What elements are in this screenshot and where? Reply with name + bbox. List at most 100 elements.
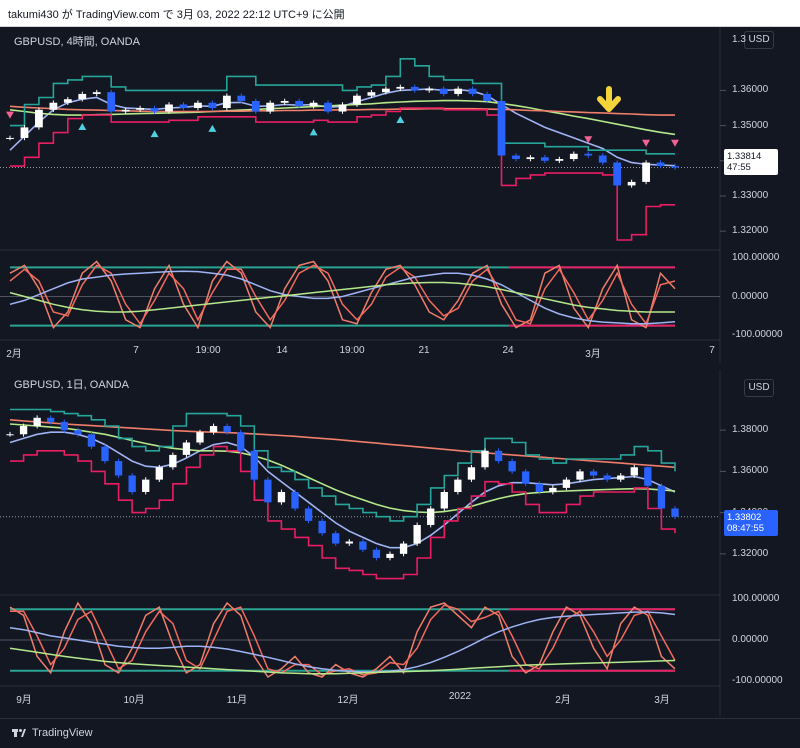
candle-body	[92, 92, 101, 94]
price-tick-label: 1.36000	[732, 84, 769, 96]
candle-body	[549, 487, 557, 492]
candle-body	[49, 102, 58, 110]
candle-body	[291, 492, 299, 509]
candle-body	[6, 137, 14, 139]
stoch-tick-label: 0.00000	[732, 290, 769, 302]
candle-body	[338, 104, 347, 112]
candle-body	[603, 475, 611, 480]
candle-body	[454, 479, 462, 492]
candle-body	[439, 88, 448, 94]
candle-body	[535, 483, 543, 492]
candle-body	[107, 92, 116, 112]
candle-body	[562, 479, 571, 488]
candle-body	[222, 95, 231, 109]
sell-signal-icon	[6, 111, 14, 119]
candle-body	[483, 93, 491, 101]
candle-body	[427, 508, 435, 525]
candle-body	[165, 104, 173, 112]
currency-label[interactable]: USD	[744, 379, 774, 397]
chart-4h-panel: GBPUSD, 4時間, OANDA USD 1.36000 1.35000 1.3…	[0, 27, 800, 363]
candle-body	[128, 475, 136, 492]
candle-body	[555, 159, 564, 161]
series-ma-mid-line	[9, 423, 676, 514]
candle-body	[671, 166, 679, 168]
candle-body	[33, 417, 41, 427]
brand-name[interactable]: TradingView	[32, 727, 93, 739]
candle-body	[541, 157, 549, 161]
buy-signal-icon	[309, 128, 318, 136]
candle-body	[196, 432, 204, 443]
price-tick-label: 1.33000	[732, 189, 769, 201]
last-price-tag: 1.33802 08:47:55	[724, 510, 778, 536]
candle-body	[251, 100, 260, 112]
candle-body	[78, 93, 87, 100]
stoch-tick-label: -100.00000	[732, 329, 783, 341]
candle-body	[47, 417, 55, 422]
time-tick-label: 14	[276, 345, 288, 356]
price-tick-label: 1.3	[732, 34, 746, 45]
time-tick-label: 3月	[654, 695, 670, 706]
buy-signal-icon	[78, 123, 87, 131]
buy-signal-icon	[150, 130, 159, 138]
candle-body	[644, 467, 652, 486]
candle-body	[35, 109, 43, 128]
time-tick-label: 11月	[226, 695, 248, 706]
candle-body	[569, 153, 578, 160]
time-tick-label: 3月	[585, 349, 601, 360]
price-tick-label: 1.38000	[732, 424, 769, 436]
stoch-slow-line	[9, 264, 676, 326]
candle-body	[114, 461, 123, 476]
tradingview-logo-icon	[12, 729, 26, 737]
candle-body	[60, 421, 68, 431]
sell-signal-icon	[671, 139, 679, 147]
chart-1d-svg[interactable]	[0, 370, 800, 716]
last-price: 1.33802	[727, 512, 762, 523]
footer: TradingView	[0, 718, 800, 748]
candle-body	[20, 127, 29, 138]
countdown: 08:47:55	[727, 523, 764, 534]
candle-body	[121, 109, 130, 112]
time-tick-label: 9月	[16, 695, 32, 706]
time-tick-label: 7	[133, 345, 139, 356]
candle-body	[494, 450, 503, 462]
candle-body	[209, 426, 218, 433]
candle-body	[150, 108, 159, 112]
candle-body	[656, 162, 665, 167]
candle-body	[101, 446, 109, 462]
sell-signal-icon	[642, 139, 651, 147]
time-tick-label: 2月	[6, 349, 22, 360]
candle-body	[136, 108, 144, 110]
candle-body	[367, 92, 376, 96]
chart-4h-svg[interactable]	[0, 27, 800, 363]
candle-body	[454, 88, 463, 94]
candle-body	[304, 508, 313, 521]
last-price: 1.33814	[727, 151, 762, 162]
candle-body	[425, 88, 434, 91]
candle-body	[526, 157, 535, 160]
price-tick-label: 1.32000	[732, 547, 769, 559]
candle-body	[277, 492, 286, 503]
candle-body	[467, 467, 476, 480]
candle-body	[179, 104, 188, 109]
candle-body	[627, 181, 636, 186]
candle-body	[63, 99, 72, 103]
candle-body	[671, 508, 679, 517]
candle-body	[332, 533, 340, 544]
series-lower-band-line	[10, 107, 675, 241]
chart-1d-symbol: GBPUSD, 1日, OANDA	[14, 379, 129, 391]
series-ma-long-line	[9, 419, 676, 469]
candle-body	[318, 520, 326, 534]
candle-body	[613, 162, 622, 186]
time-tick-label: 2022	[448, 691, 472, 702]
stoch-tick-label: 100.00000	[732, 251, 780, 263]
price-tick-label: 1.36000	[732, 465, 769, 477]
candle-body	[396, 86, 405, 89]
candle-body	[194, 102, 202, 109]
down-arrow-icon	[597, 86, 621, 112]
currency-label[interactable]: USD	[744, 31, 774, 49]
candle-body	[584, 153, 593, 156]
buy-signal-icon	[208, 124, 217, 132]
candle-body	[264, 479, 272, 503]
candle-body	[309, 102, 318, 107]
candle-body	[324, 102, 332, 112]
